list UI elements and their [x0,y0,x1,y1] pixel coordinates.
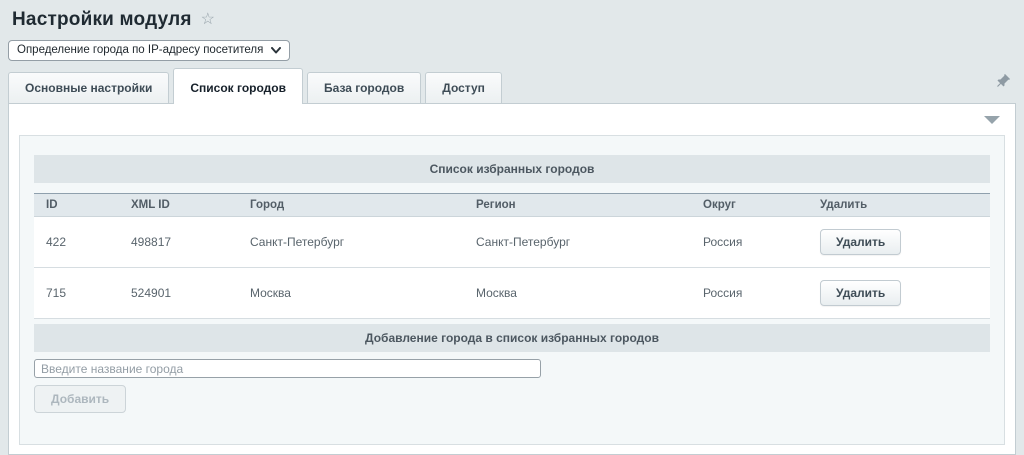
favorite-cities-table: ID XML ID Город Регион Округ Удалить 422… [34,193,990,319]
city-name-input[interactable] [34,359,541,378]
favorite-star-icon[interactable]: ☆ [201,12,215,28]
panel-toolbar [9,104,1015,135]
cell-region: Москва [464,268,691,319]
column-header-id: ID [34,194,119,217]
cell-id: 422 [34,217,119,268]
page-title: Настройки модуля [12,9,192,31]
add-city-button[interactable]: Добавить [34,385,126,413]
column-header-region: Регион [464,194,691,217]
cell-xml-id: 498817 [119,217,238,268]
add-city-section-header: Добавление города в список избранных гор… [34,324,990,352]
module-select[interactable]: Определение города по IP-адресу посетите… [8,40,290,61]
tab-bar: Основные настройки Список городов База г… [0,68,1024,103]
chevron-down-icon [271,47,281,54]
delete-city-button[interactable]: Удалить [820,280,901,306]
cell-city: Санкт-Петербург [238,217,464,268]
column-header-city: Город [238,194,464,217]
tab-city-database[interactable]: База городов [307,72,421,103]
cell-city: Москва [238,268,464,319]
city-list-form: Список избранных городов ID XML ID Город… [19,135,1005,445]
table-row: 715 524901 Москва Москва Россия Удалить [34,268,990,319]
module-select-value: Определение города по IP-адресу посетите… [17,44,263,56]
cell-region: Санкт-Петербург [464,217,691,268]
tab-main-settings[interactable]: Основные настройки [8,72,169,103]
column-header-district: Округ [691,194,808,217]
favorites-section-header: Список избранных городов [34,155,990,183]
table-header-row: ID XML ID Город Регион Округ Удалить [34,194,990,217]
tab-city-list[interactable]: Список городов [173,68,303,104]
collapse-arrow-icon[interactable] [984,116,1000,124]
cell-xml-id: 524901 [119,268,238,319]
tab-access[interactable]: Доступ [425,72,502,103]
column-header-xml-id: XML ID [119,194,238,217]
cell-district: Россия [691,268,808,319]
cell-district: Россия [691,217,808,268]
page-header: Настройки модуля ☆ [0,0,1024,31]
column-header-delete: Удалить [808,194,990,217]
table-row: 422 498817 Санкт-Петербург Санкт-Петербу… [34,217,990,268]
delete-city-button[interactable]: Удалить [820,229,901,255]
settings-panel: Список избранных городов ID XML ID Город… [8,103,1016,455]
cell-id: 715 [34,268,119,319]
